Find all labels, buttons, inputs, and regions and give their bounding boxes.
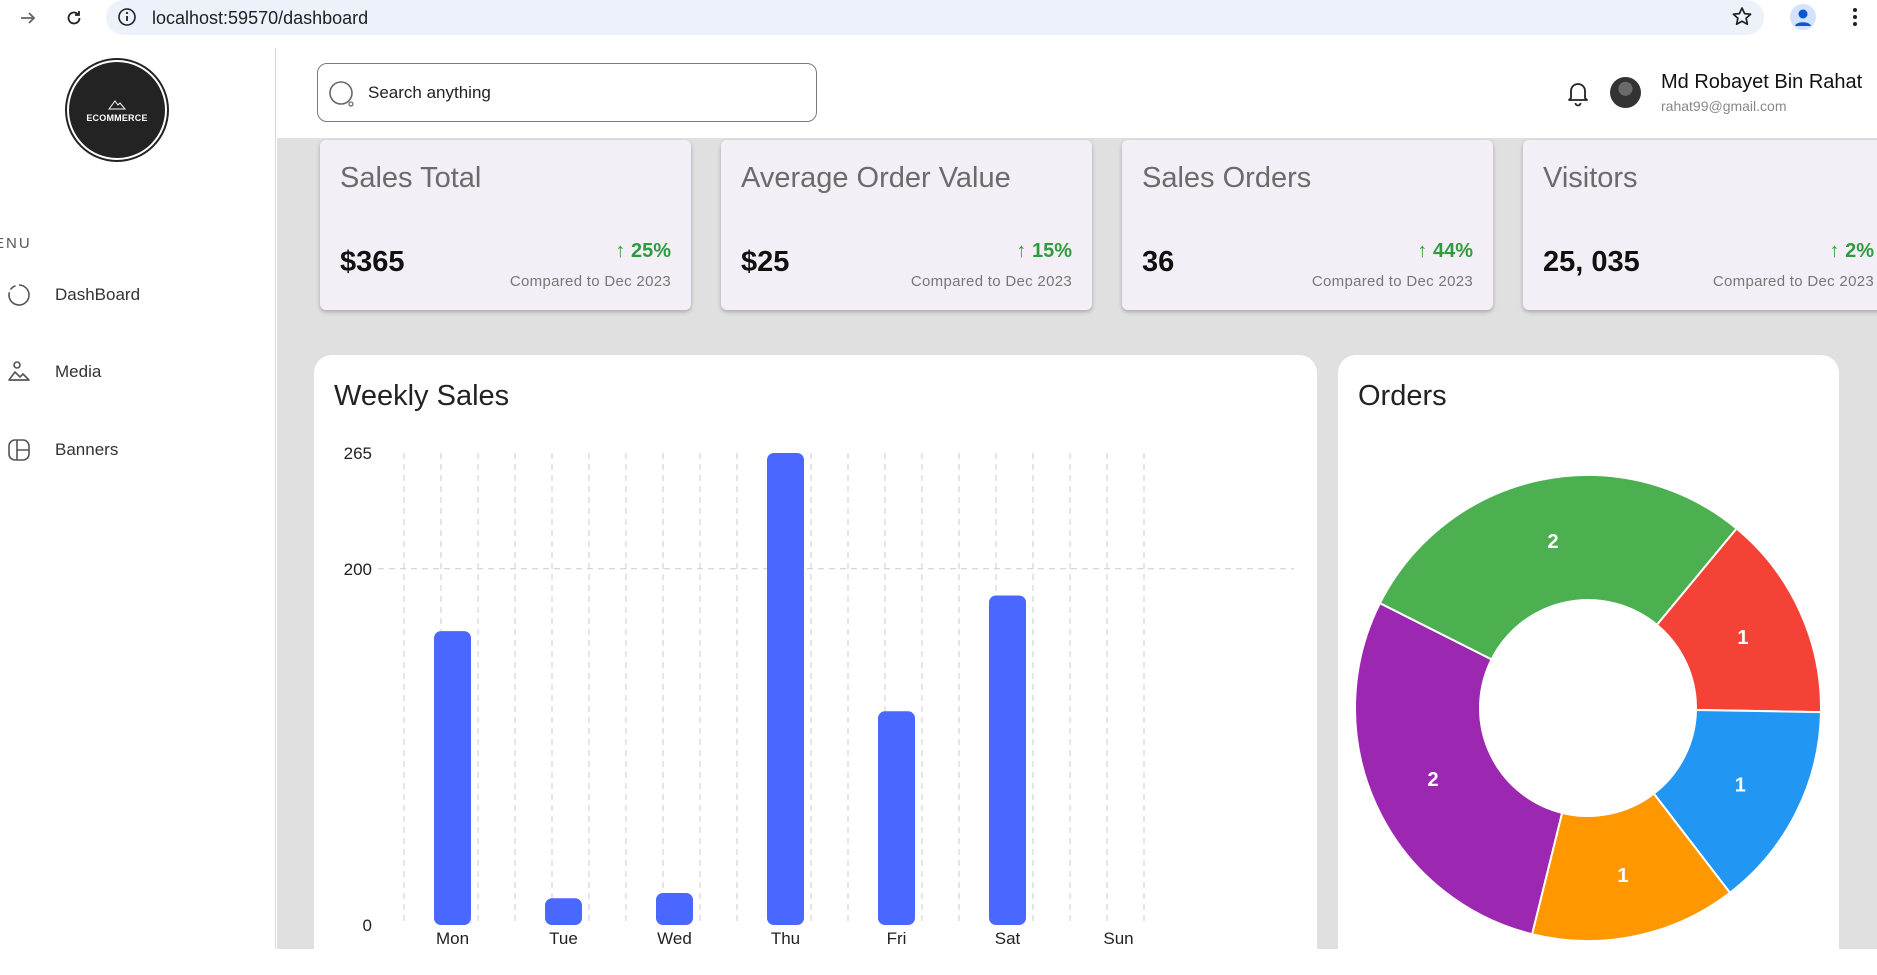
donut-slice[interactable] [1354,601,1564,936]
url-text[interactable]: localhost:59570/dashboard [152,8,368,29]
slice-label: 2 [1428,769,1439,791]
sidebar-item-banners[interactable]: Banners [0,430,276,470]
stat-card-average-order-value: Average Order Value $25 ↑ 15% Compared t… [721,140,1092,310]
dashboard-icon [8,284,30,306]
x-tick-label: Thu [771,929,800,948]
orders-donut-chart: 1 1 1 2 2 [1354,474,1822,942]
bar-tue[interactable] [545,898,582,925]
logo-mountain-icon [108,99,126,109]
stat-compare: Compared to Dec 2023 [910,273,1072,290]
stat-title: Visitors [1543,162,1638,194]
ecommerce-logo[interactable]: ECOMMERCE [67,60,167,160]
bookmark-star-icon[interactable] [1730,5,1754,29]
orders-panel: Orders 11122 [1338,355,1839,975]
user-name: Md Robayet Bin Rahat [1661,71,1863,93]
slice-label: 1 [1617,865,1628,887]
browser-menu-icon[interactable] [1850,6,1860,28]
sidebar-item-label: DashBoard [55,285,141,304]
stat-value: 36 [1142,246,1175,278]
x-tick-label: Mon [436,929,469,948]
stat-change-value: 2% [1845,240,1874,262]
weekly-sales-chart: 0 200 265 Mon Tue Wed Thu Fri Sat Sun [344,444,1294,948]
browser-profile-icon[interactable] [1790,4,1816,30]
stat-title: Sales Orders [1142,162,1312,194]
search-icon [329,81,354,107]
top-header: Search anything Md Robayet Bin Rahat rah… [277,48,1877,138]
slice-label: 2 [1547,531,1558,553]
sidebar-item-media[interactable]: Media [0,352,276,392]
search-input[interactable]: Search anything [317,63,817,122]
stat-value: $365 [340,246,405,278]
x-tick-label: Sun [1103,929,1133,948]
bar-fri[interactable] [878,711,915,925]
menu-section-label: ENU [0,235,32,252]
browser-toolbar: localhost:59570/dashboard [0,0,1877,36]
slice-label: 1 [1737,627,1748,649]
stat-change-value: 25% [630,240,671,262]
stat-card-sales-orders: Sales Orders 36 ↑ 44% Compared to Dec 20… [1122,140,1493,310]
stat-compare: Compared to Dec 2023 [1311,273,1473,290]
weekly-sales-panel: Weekly Sales 0 200 265 Mon Tue Wed Thu Fri Sat Su… [314,355,1317,975]
sidebar-item-label: Media [55,362,102,381]
stat-change-value: 15% [1031,240,1072,262]
stat-change: ↑ 44% [1417,240,1473,263]
banners-icon [8,439,30,461]
stat-change-value: 44% [1432,240,1473,262]
forward-icon[interactable] [14,4,42,32]
bar-wed[interactable] [656,892,693,925]
slice-label: 1 [1735,775,1746,797]
bar-thu[interactable] [767,453,804,925]
y-tick-label: 265 [344,444,372,463]
stat-title: Sales Total [340,162,482,194]
stat-value: 25, 035 [1543,246,1640,278]
site-info-icon[interactable] [116,6,138,28]
main-content: Search anything Md Robayet Bin Rahat rah… [277,48,1877,975]
stat-card-visitors: Visitors 25, 035 ↑ 2% Compared to Dec 20… [1523,140,1877,310]
bar-sat[interactable] [989,595,1026,925]
x-tick-label: Tue [549,929,578,948]
stat-compare: Compared to Dec 2023 [509,273,671,290]
user-email: rahat99@gmail.com [1661,98,1787,114]
search-placeholder: Search anything [368,83,491,102]
media-icon [8,361,30,381]
x-tick-label: Sat [995,929,1021,948]
arrow-up-icon: ↑ [1829,240,1846,262]
stat-title: Average Order Value [741,162,1011,194]
notification-bell-icon[interactable] [1565,78,1591,108]
y-tick-label: 0 [363,916,372,935]
y-tick-label: 200 [344,560,372,579]
x-tick-label: Wed [657,929,692,948]
sidebar-item-dashboard[interactable]: DashBoard [0,275,276,315]
stat-change: ↑ 2% [1830,240,1874,263]
stat-compare: Compared to Dec 2023 [1712,273,1874,290]
x-tick-label: Fri [887,929,907,948]
stat-change: ↑ 25% [615,240,671,263]
arrow-up-icon: ↑ [1016,240,1032,262]
arrow-up-icon: ↑ [615,240,631,262]
stat-change: ↑ 15% [1016,240,1072,263]
sidebar: ECOMMERCE ENU DashBoard Media Banners [0,48,276,949]
arrow-up-icon: ↑ [1417,240,1433,262]
user-avatar[interactable] [1610,77,1641,108]
stat-value: $25 [741,246,790,278]
stat-card-sales-total: Sales Total $365 ↑ 25% Compared to Dec 2… [320,140,691,310]
bar-mon[interactable] [434,631,471,925]
reload-icon[interactable] [60,4,88,32]
sidebar-item-label: Banners [55,440,119,459]
logo-text: ECOMMERCE [86,112,148,123]
